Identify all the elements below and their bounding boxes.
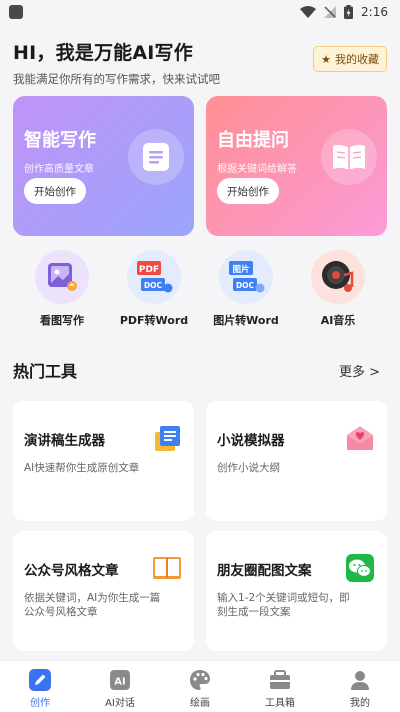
palette-icon <box>189 669 211 691</box>
pdf-doc-icon: PDF DOC <box>127 250 181 304</box>
envelope-heart-icon <box>347 426 373 450</box>
tab-painting[interactable]: 绘画 <box>160 661 240 712</box>
quick-tool-picture-writing[interactable]: 看图写作 <box>20 250 104 328</box>
quick-tool-image-to-word[interactable]: 图片 DOC 图片转Word <box>204 250 288 328</box>
tab-label: 创作 <box>30 698 50 709</box>
tool-card-desc: 输入1-2个关键词或短句，即刻生成一段文案 <box>217 592 350 618</box>
wifi-icon <box>300 6 317 18</box>
header: HI，我是万能AI写作 我能满足你所有的写作需求，快来试试吧 ★ 我的收藏 <box>0 24 400 86</box>
bottom-tab-bar: 创作 AI AI对话 绘画 工具箱 我的 <box>0 660 400 712</box>
svg-text:图片: 图片 <box>232 264 249 275</box>
svg-text:DOC: DOC <box>236 281 255 290</box>
star-icon: ★ <box>321 52 331 66</box>
quick-tool-pdf-to-word[interactable]: PDF DOC PDF转Word <box>112 250 196 328</box>
tab-toolbox[interactable]: 工具箱 <box>240 661 320 712</box>
open-book-icon <box>153 557 181 579</box>
more-link[interactable]: 更多 > <box>339 361 380 380</box>
clipboard-icon <box>155 426 180 451</box>
pen-icon <box>29 669 51 691</box>
wechat-icon <box>346 554 374 582</box>
start-asking-button[interactable]: 开始创作 <box>217 178 279 204</box>
tool-card-moments-caption[interactable]: 朋友圈配图文案 输入1-2个关键词或短句，即刻生成一段文案 <box>206 531 387 651</box>
page-subtitle: 我能满足你所有的写作需求，快来试试吧 <box>13 72 220 86</box>
svg-text:AI: AI <box>114 677 125 688</box>
tab-label: 绘画 <box>190 698 210 709</box>
book-icon <box>321 129 377 185</box>
free-question-card[interactable]: 自由提问 根据关键词给解答 开始创作 <box>206 96 387 236</box>
tab-create[interactable]: 创作 <box>0 661 80 712</box>
document-icon <box>128 129 184 185</box>
tool-card-wechat-article[interactable]: 公众号风格文章 依据关键词，AI为你生成一篇公众号风格文章 <box>13 531 194 651</box>
no-signal-icon <box>324 6 337 18</box>
quick-tool-ai-music[interactable]: AI音乐 <box>296 250 380 328</box>
tab-label: 我的 <box>350 698 370 709</box>
tool-card-desc: 创作小说大纲 <box>217 462 280 474</box>
ai-chat-icon: AI <box>109 669 131 691</box>
tab-label: 工具箱 <box>265 698 295 709</box>
user-icon <box>349 669 371 691</box>
tool-card-speech-generator[interactable]: 演讲稿生成器 AI快速帮你生成原创文章 <box>13 401 194 521</box>
quick-tool-label: PDF转Word <box>119 314 189 327</box>
favorites-button[interactable]: ★ 我的收藏 <box>313 46 387 72</box>
section-title: 热门工具 <box>13 362 78 381</box>
tab-me[interactable]: 我的 <box>320 661 400 712</box>
start-writing-button[interactable]: 开始创作 <box>24 178 86 204</box>
toolbox-icon <box>269 669 291 691</box>
app-notification-icon <box>9 5 23 19</box>
quick-tool-label: AI音乐 <box>320 314 356 327</box>
tool-card-desc: 依据关键词，AI为你生成一篇公众号风格文章 <box>24 592 161 618</box>
battery-charging-icon <box>344 5 354 19</box>
tool-card-novel-simulator[interactable]: 小说模拟器 创作小说大纲 <box>206 401 387 521</box>
smart-writing-card[interactable]: 智能写作 创作高质量文章 开始创作 <box>13 96 194 236</box>
tool-card-desc: AI快速帮你生成原创文章 <box>24 462 140 474</box>
quick-tool-label: 图片转Word <box>213 314 279 327</box>
music-record-icon <box>311 250 365 304</box>
favorites-label: 我的收藏 <box>335 53 379 66</box>
tab-ai-chat[interactable]: AI AI对话 <box>80 661 160 712</box>
svg-text:PDF: PDF <box>139 265 159 275</box>
clock: 2:16 <box>361 5 388 19</box>
tab-label: AI对话 <box>105 698 135 709</box>
status-bar: 2:16 <box>0 0 400 24</box>
quick-tool-label: 看图写作 <box>40 314 84 327</box>
picture-icon <box>35 250 89 304</box>
image-doc-icon: 图片 DOC <box>219 250 273 304</box>
svg-text:DOC: DOC <box>144 281 163 290</box>
